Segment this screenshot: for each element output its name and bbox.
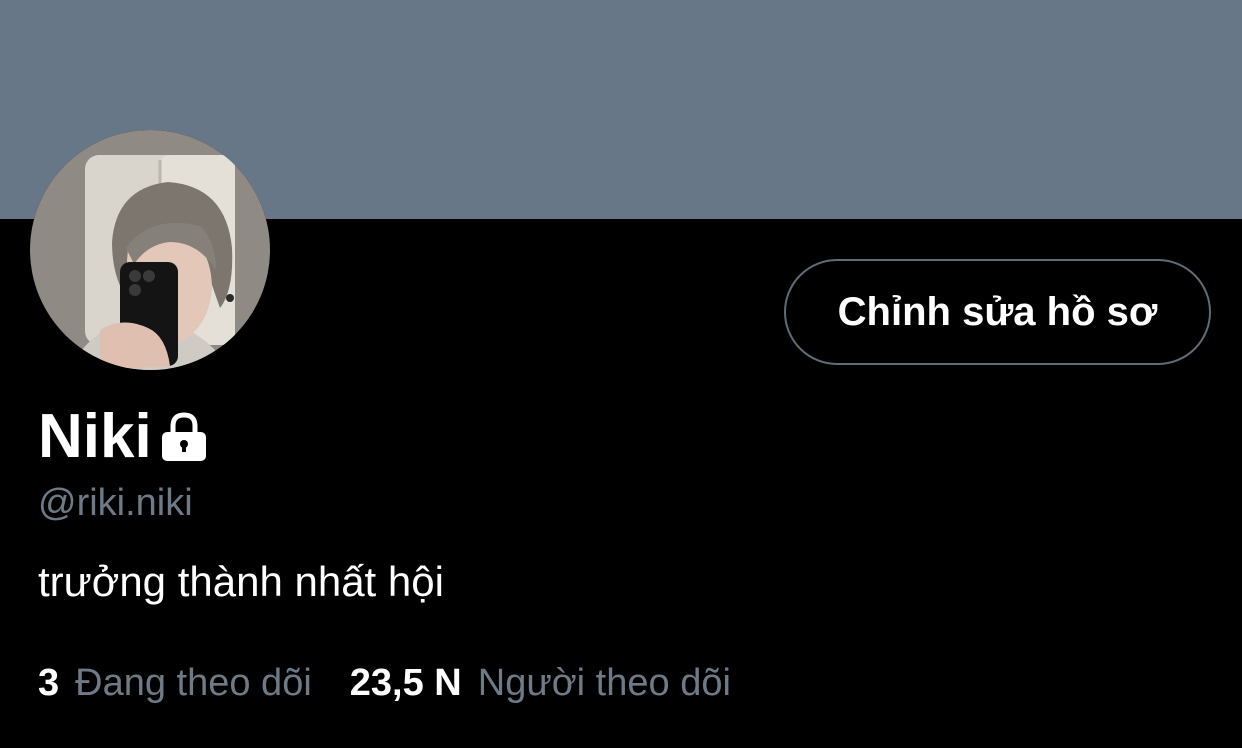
- display-name: Niki: [38, 402, 152, 471]
- profile-bio: trưởng thành nhất hội: [38, 558, 444, 605]
- lock-icon: [160, 411, 208, 463]
- following-count: 3: [38, 661, 60, 704]
- followers-count: 23,5 N: [349, 661, 462, 704]
- profile-page: Chỉnh sửa hồ sơ Niki @riki.niki trưởng t…: [0, 0, 1242, 748]
- followers-link[interactable]: 23,5 N Người theo dõi: [350, 662, 731, 705]
- profile-stats: 3 Đang theo dõi 23,5 N Người theo dõi: [38, 658, 731, 708]
- display-name-row: Niki: [38, 402, 208, 472]
- following-label: Đang theo dõi: [75, 661, 312, 704]
- profile-handle: @riki.niki: [38, 482, 193, 524]
- avatar-photo: [30, 130, 270, 370]
- following-link[interactable]: 3 Đang theo dõi: [38, 662, 312, 705]
- edit-profile-button[interactable]: Chỉnh sửa hồ sơ: [784, 259, 1211, 365]
- avatar[interactable]: [30, 130, 270, 370]
- followers-label: Người theo dõi: [477, 661, 731, 704]
